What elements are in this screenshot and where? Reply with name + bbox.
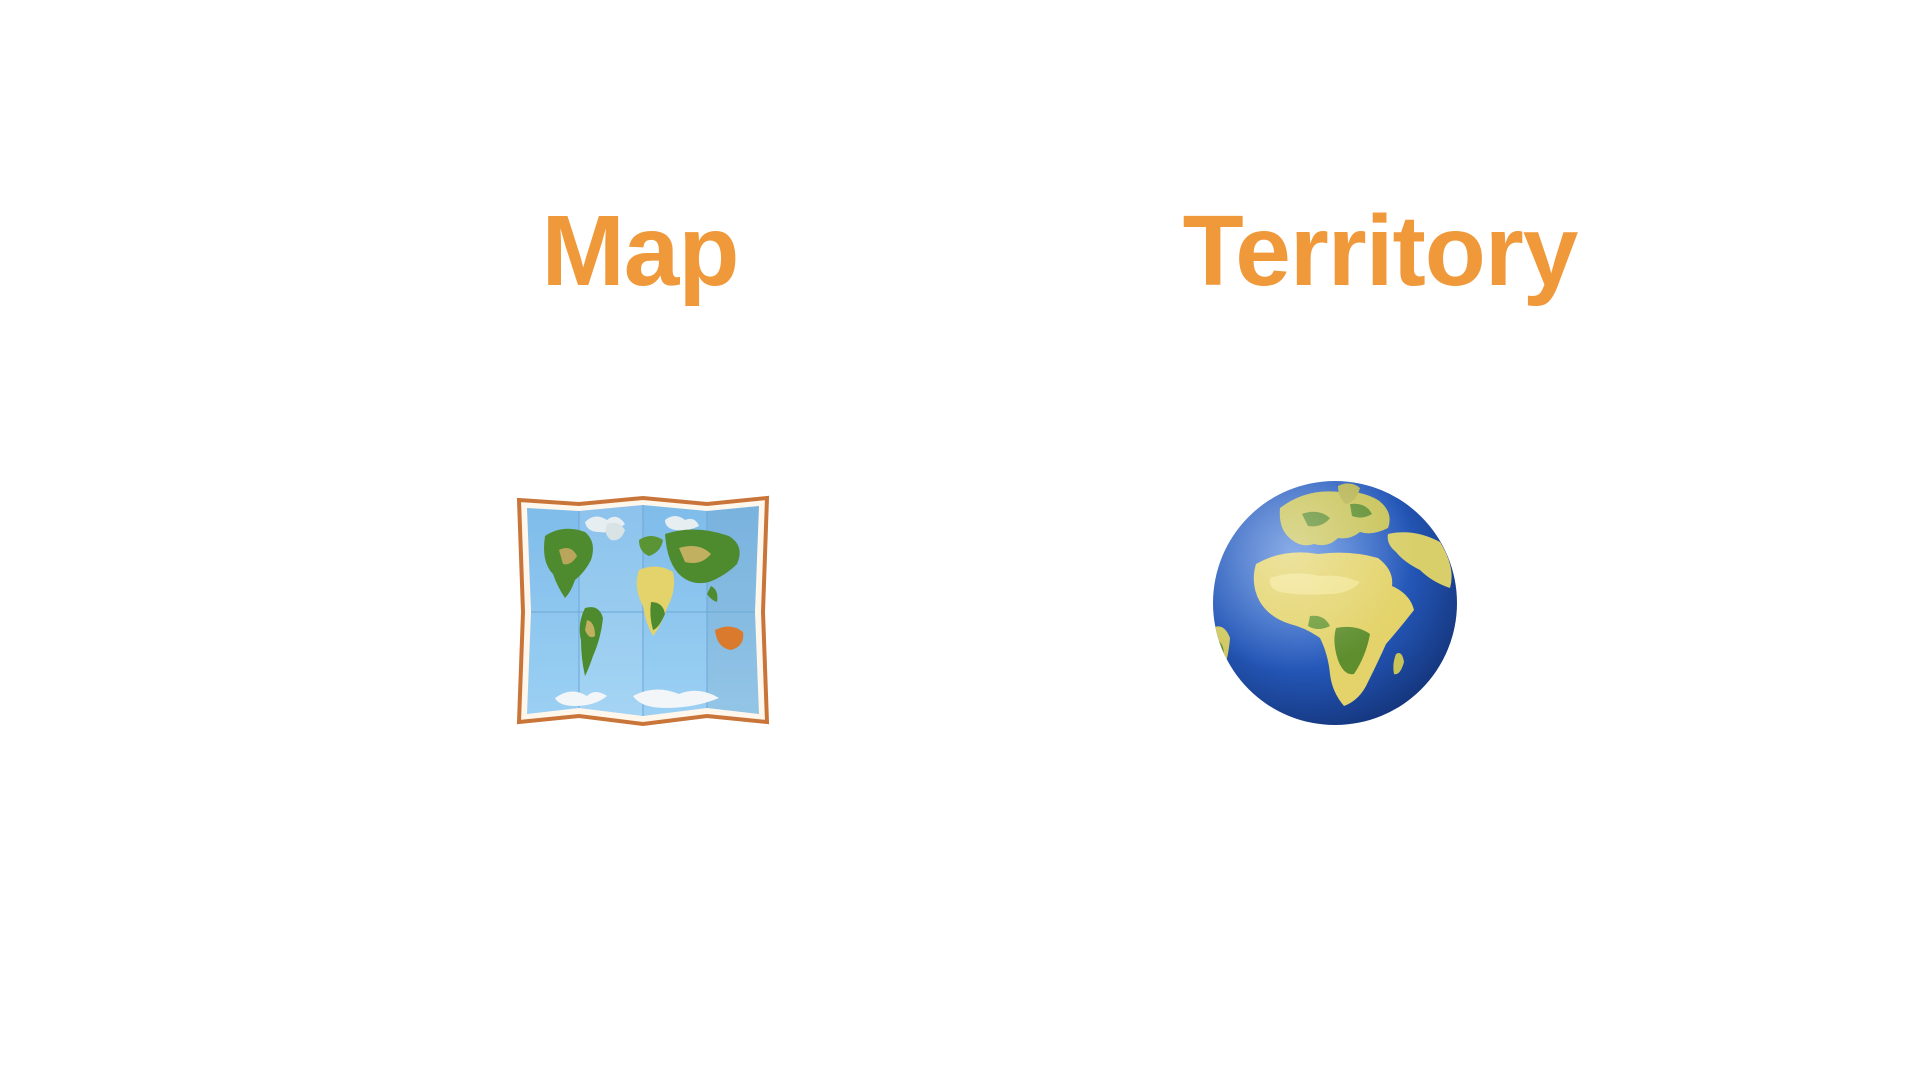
slide: Map Territory <box>0 0 1920 1080</box>
territory-heading: Territory <box>1182 195 1579 307</box>
map-heading: Map <box>541 195 740 307</box>
globe-europe-africa-icon <box>1210 478 1460 728</box>
world-map-icon <box>515 490 770 730</box>
